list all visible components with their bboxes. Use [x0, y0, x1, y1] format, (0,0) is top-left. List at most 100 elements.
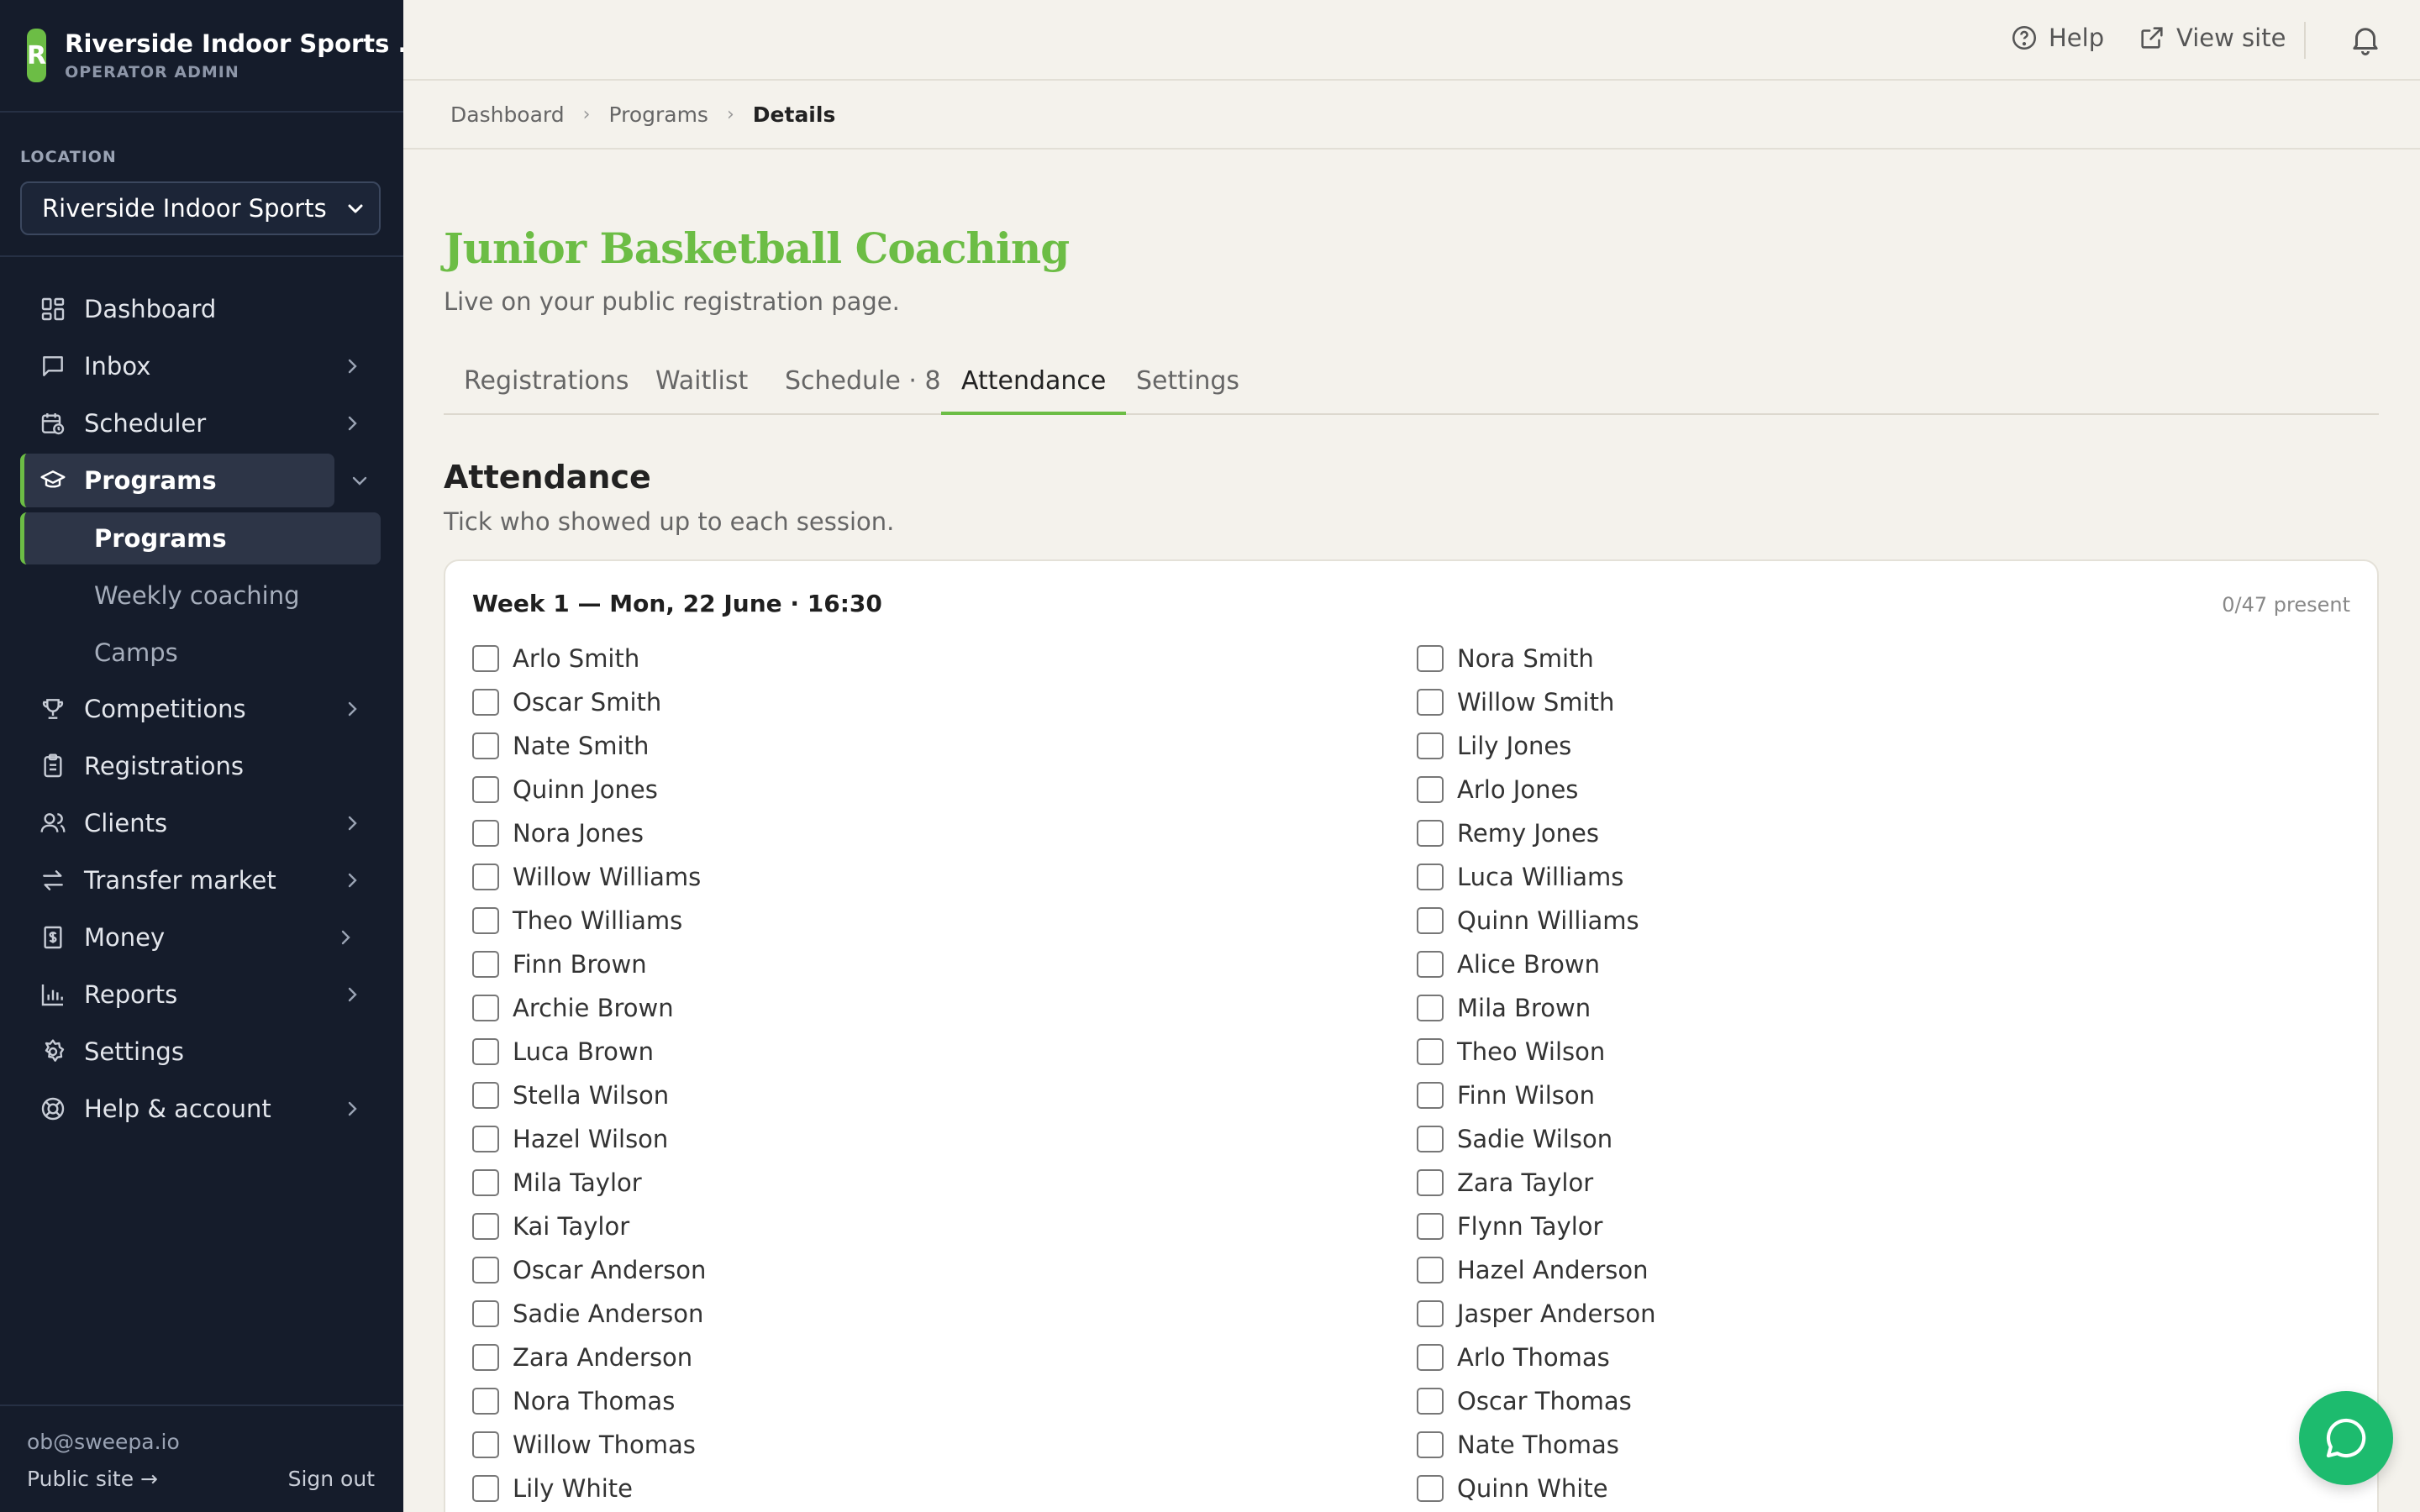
sign-out-link[interactable]: Sign out — [288, 1467, 375, 1491]
sidebar-item-programs[interactable]: Programs — [20, 454, 334, 507]
attendance-row[interactable]: Lily Jones — [1417, 729, 1571, 763]
sidebar-item-inbox[interactable]: Inbox — [20, 339, 381, 393]
attendance-row[interactable]: Arlo Thomas — [1417, 1341, 1610, 1374]
attendance-row[interactable]: Mila Brown — [1417, 991, 1591, 1025]
chevron-down-icon[interactable] — [350, 470, 370, 491]
attendance-checkbox[interactable] — [472, 907, 499, 934]
attendance-checkbox[interactable] — [1417, 732, 1444, 759]
location-select[interactable]: Riverside Indoor Sports — [20, 181, 381, 235]
attendance-checkbox[interactable] — [1417, 1126, 1444, 1152]
attendance-checkbox[interactable] — [1417, 1431, 1444, 1458]
attendance-checkbox[interactable] — [1417, 995, 1444, 1021]
attendance-row[interactable]: Luca Brown — [472, 1035, 654, 1068]
sidebar-item-money[interactable]: Money — [20, 911, 381, 964]
attendance-checkbox[interactable] — [1417, 1082, 1444, 1109]
breadcrumb-programs[interactable]: Programs — [608, 102, 708, 127]
tab-attendance[interactable]: Attendance — [941, 366, 1127, 415]
attendance-row[interactable]: Quinn Williams — [1417, 904, 1639, 937]
attendance-checkbox[interactable] — [472, 1431, 499, 1458]
attendance-row[interactable]: Finn Wilson — [1417, 1079, 1595, 1112]
attendance-row[interactable]: Oscar Anderson — [472, 1253, 706, 1287]
attendance-row[interactable]: Mila Taylor — [472, 1166, 642, 1200]
attendance-row[interactable]: Finn Brown — [472, 948, 647, 981]
attendance-checkbox[interactable] — [472, 1213, 499, 1240]
sidebar-item-clients[interactable]: Clients — [20, 796, 381, 850]
attendance-row[interactable]: Arlo Smith — [472, 642, 639, 675]
sidebar-subitem-programs[interactable]: Programs — [20, 512, 381, 564]
sidebar-item-transfer-market[interactable]: Transfer market — [20, 853, 381, 907]
attendance-checkbox[interactable] — [472, 1300, 499, 1327]
attendance-checkbox[interactable] — [472, 689, 499, 716]
tab-waitlist[interactable]: Waitlist — [635, 366, 768, 415]
tab-schedule[interactable]: Schedule · 8 — [765, 366, 961, 415]
attendance-row[interactable]: Hazel Anderson — [1417, 1253, 1649, 1287]
tab-settings[interactable]: Settings — [1116, 366, 1260, 415]
attendance-checkbox[interactable] — [472, 732, 499, 759]
attendance-checkbox[interactable] — [1417, 1344, 1444, 1371]
attendance-row[interactable]: Arlo Jones — [1417, 773, 1578, 806]
attendance-row[interactable]: Kai Taylor — [472, 1210, 629, 1243]
brand[interactable]: R Riverside Indoor Sports ... OPERATOR A… — [0, 0, 426, 113]
sidebar-item-settings[interactable]: Settings — [20, 1025, 381, 1079]
sidebar-subitem-camps[interactable]: Camps — [20, 627, 381, 679]
attendance-checkbox[interactable] — [472, 645, 499, 672]
attendance-row[interactable]: Willow Williams — [472, 860, 701, 894]
attendance-row[interactable]: Sadie Anderson — [472, 1297, 703, 1331]
attendance-row[interactable]: Quinn White — [1417, 1472, 1608, 1505]
attendance-row[interactable]: Nate Smith — [472, 729, 649, 763]
sidebar-item-dashboard[interactable]: Dashboard — [20, 282, 381, 336]
attendance-checkbox[interactable] — [472, 820, 499, 847]
sidebar-subitem-weekly-coaching[interactable]: Weekly coaching — [20, 570, 381, 622]
attendance-checkbox[interactable] — [472, 1126, 499, 1152]
breadcrumb-dashboard[interactable]: Dashboard — [450, 102, 565, 127]
attendance-row[interactable]: Hazel Wilson — [472, 1122, 668, 1156]
attendance-checkbox[interactable] — [472, 995, 499, 1021]
attendance-row[interactable]: Willow Thomas — [472, 1428, 696, 1462]
attendance-checkbox[interactable] — [472, 951, 499, 978]
sidebar-item-registrations[interactable]: Registrations — [20, 739, 381, 793]
attendance-checkbox[interactable] — [1417, 951, 1444, 978]
bell-icon[interactable] — [2348, 22, 2383, 57]
attendance-checkbox[interactable] — [1417, 645, 1444, 672]
attendance-checkbox[interactable] — [1417, 1475, 1444, 1502]
attendance-checkbox[interactable] — [1417, 907, 1444, 934]
attendance-row[interactable]: Quinn Jones — [472, 773, 658, 806]
attendance-row[interactable]: Luca Williams — [1417, 860, 1623, 894]
attendance-checkbox[interactable] — [472, 1388, 499, 1415]
attendance-row[interactable]: Remy Jones — [1417, 816, 1599, 850]
view-site-link[interactable]: View site — [2138, 24, 2286, 52]
attendance-checkbox[interactable] — [1417, 1257, 1444, 1284]
attendance-checkbox[interactable] — [1417, 776, 1444, 803]
attendance-checkbox[interactable] — [472, 1257, 499, 1284]
attendance-checkbox[interactable] — [472, 864, 499, 890]
attendance-checkbox[interactable] — [1417, 1169, 1444, 1196]
attendance-row[interactable]: Nora Smith — [1417, 642, 1594, 675]
attendance-row[interactable]: Oscar Thomas — [1417, 1384, 1632, 1418]
attendance-checkbox[interactable] — [472, 1344, 499, 1371]
attendance-row[interactable]: Theo Williams — [472, 904, 682, 937]
attendance-row[interactable]: Theo Wilson — [1417, 1035, 1605, 1068]
attendance-row[interactable]: Flynn Taylor — [1417, 1210, 1602, 1243]
attendance-checkbox[interactable] — [472, 776, 499, 803]
sidebar-item-reports[interactable]: Reports — [20, 968, 381, 1021]
attendance-checkbox[interactable] — [1417, 1300, 1444, 1327]
attendance-checkbox[interactable] — [472, 1475, 499, 1502]
attendance-row[interactable]: Sadie Wilson — [1417, 1122, 1612, 1156]
attendance-row[interactable]: Archie Brown — [472, 991, 674, 1025]
attendance-checkbox[interactable] — [1417, 1213, 1444, 1240]
attendance-row[interactable]: Willow Smith — [1417, 685, 1614, 719]
attendance-row[interactable]: Stella Wilson — [472, 1079, 669, 1112]
sidebar-item-competitions[interactable]: Competitions — [20, 682, 381, 736]
attendance-row[interactable]: Oscar Smith — [472, 685, 661, 719]
sidebar-item-scheduler[interactable]: Scheduler — [20, 396, 381, 450]
attendance-checkbox[interactable] — [472, 1169, 499, 1196]
public-site-link[interactable]: Public site → — [27, 1467, 158, 1491]
attendance-checkbox[interactable] — [1417, 1388, 1444, 1415]
attendance-checkbox[interactable] — [1417, 820, 1444, 847]
attendance-row[interactable]: Jasper Anderson — [1417, 1297, 1655, 1331]
attendance-row[interactable]: Nora Jones — [472, 816, 644, 850]
attendance-row[interactable]: Nate Thomas — [1417, 1428, 1619, 1462]
attendance-row[interactable]: Zara Taylor — [1417, 1166, 1593, 1200]
attendance-checkbox[interactable] — [472, 1038, 499, 1065]
attendance-row[interactable]: Nora Thomas — [472, 1384, 675, 1418]
